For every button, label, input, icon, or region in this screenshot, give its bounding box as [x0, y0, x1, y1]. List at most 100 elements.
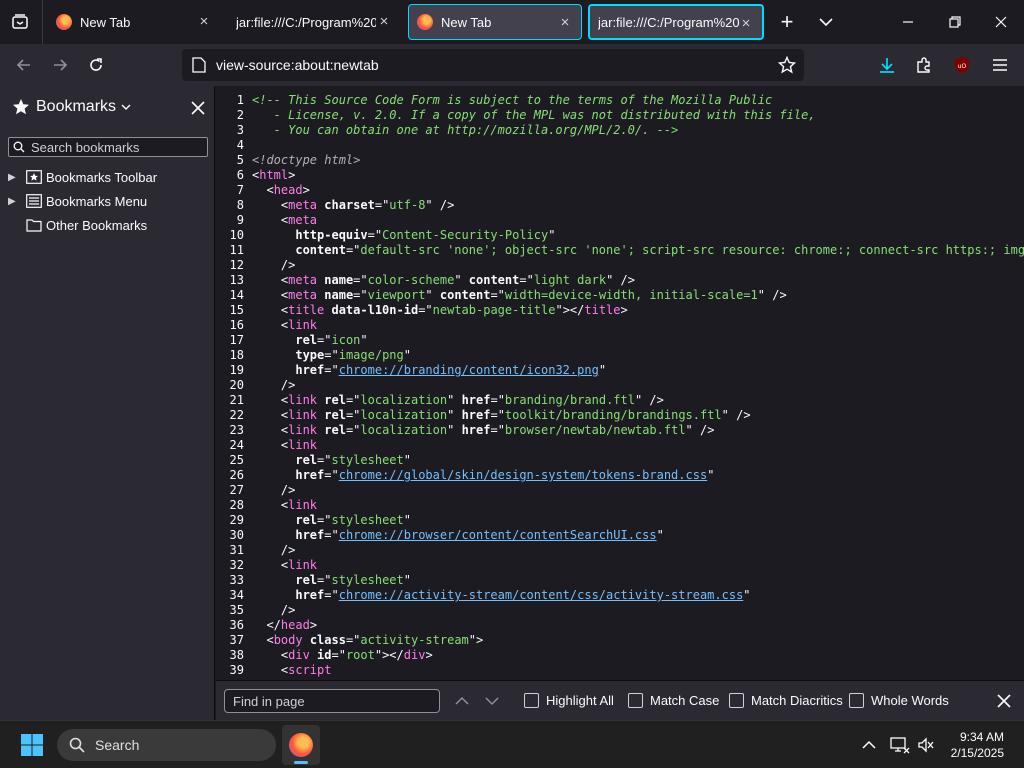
tab-1[interactable]: jar:file:///C:/Program%20Files ×: [228, 4, 400, 40]
close-tab-icon[interactable]: ×: [196, 14, 212, 30]
bookmarks-search-input[interactable]: [31, 139, 201, 155]
line-number: 11: [229, 243, 244, 257]
search-icon: [13, 141, 25, 153]
new-tab-button[interactable]: +: [775, 9, 799, 34]
close-findbar-button[interactable]: [992, 689, 1016, 713]
line-code: content="default-src 'none'; object-src …: [295, 243, 1024, 257]
checkbox-box[interactable]: [524, 693, 539, 708]
windows-logo-icon: [21, 734, 43, 756]
find-input[interactable]: [233, 693, 433, 709]
whole-words-checkbox[interactable]: Whole Words: [849, 693, 949, 708]
extensions-button[interactable]: [912, 53, 936, 77]
url-text: view-source:about:newtab: [216, 57, 379, 73]
line-number: 7: [236, 183, 244, 197]
taskbar-firefox-button[interactable]: [282, 725, 320, 765]
sidebar-switcher[interactable]: Bookmarks: [12, 98, 131, 116]
expand-arrow-icon[interactable]: ▶: [8, 196, 20, 207]
line-code: <meta charset="utf-8" />: [252, 198, 455, 212]
source-line: 16 <link: [216, 318, 317, 333]
network-icon: [890, 737, 910, 754]
match-diacritics-checkbox[interactable]: Match Diacritics: [729, 693, 843, 708]
back-button[interactable]: [12, 53, 36, 77]
close-window-button[interactable]: [989, 10, 1013, 34]
source-line: 8 <meta charset="utf-8" />: [216, 198, 455, 213]
checkbox-box[interactable]: [729, 693, 744, 708]
line-code: - You can obtain one at http://mozilla.o…: [252, 123, 679, 137]
close-tab-icon[interactable]: ×: [376, 14, 392, 30]
firefox-view-button[interactable]: [8, 10, 32, 34]
volume-button[interactable]: [914, 733, 938, 757]
source-line: 19 href="chrome://branding/content/icon3…: [216, 363, 607, 378]
source-line: 14 <meta name="viewport" content="width=…: [216, 288, 787, 303]
start-button[interactable]: [20, 733, 44, 757]
close-sidebar-button[interactable]: [186, 96, 210, 120]
reload-button[interactable]: [84, 53, 108, 77]
url-bar[interactable]: view-source:about:newtab: [182, 49, 804, 81]
line-number: 16: [229, 318, 244, 332]
close-icon: [997, 694, 1011, 708]
checkbox-box[interactable]: [849, 693, 864, 708]
bookmark-folder-menu[interactable]: ▶ Bookmarks Menu: [8, 190, 147, 212]
line-number: 25: [229, 453, 244, 467]
forward-button[interactable]: [48, 53, 72, 77]
ublock-button[interactable]: uO: [950, 53, 974, 77]
download-icon: [880, 58, 894, 73]
source-line: 22 <link rel="localization" href="toolki…: [216, 408, 751, 423]
source-line: 25 rel="stylesheet": [216, 453, 411, 468]
line-code: - License, v. 2.0. If a copy of the MPL …: [252, 108, 816, 122]
list-all-tabs-button[interactable]: [814, 10, 838, 34]
line-code: />: [252, 483, 296, 497]
line-code: <meta: [252, 213, 318, 227]
tab-0[interactable]: New Tab ×: [48, 4, 220, 40]
line-number: 33: [229, 573, 244, 587]
ublock-shield-icon: uO: [955, 57, 969, 73]
line-code: <link rel="localization" href="browser/n…: [252, 423, 715, 437]
tab-3[interactable]: jar:file:///C:/Program%20Files ×: [588, 4, 764, 40]
bookmarks-search-box[interactable]: [8, 137, 208, 157]
taskbar-search[interactable]: Search: [57, 729, 276, 761]
source-link[interactable]: chrome://browser/content/contentSearchUI…: [339, 528, 657, 542]
bookmark-star-icon[interactable]: [778, 56, 796, 74]
line-code: <script: [252, 663, 332, 677]
line-number: 14: [229, 288, 244, 302]
line-code: />: [252, 543, 296, 557]
line-code: />: [252, 378, 296, 392]
source-link[interactable]: chrome://activity-stream/content/css/act…: [339, 588, 744, 602]
network-button[interactable]: [888, 733, 912, 757]
app-menu-button[interactable]: [988, 53, 1012, 77]
checkbox-box[interactable]: [628, 693, 643, 708]
line-code: <link: [252, 438, 318, 452]
minimize-button[interactable]: [896, 10, 920, 34]
bookmark-folder-other[interactable]: Other Bookmarks: [8, 214, 147, 236]
taskbar-clock[interactable]: 9:34 AM 2/15/2025: [951, 729, 1004, 761]
line-number: 28: [229, 498, 244, 512]
show-hidden-icons-button[interactable]: [857, 733, 881, 757]
highlight-all-checkbox[interactable]: Highlight All: [524, 693, 614, 708]
find-field[interactable]: [224, 689, 440, 713]
line-code: <link: [252, 318, 318, 332]
match-case-checkbox[interactable]: Match Case: [628, 693, 719, 708]
maximize-button[interactable]: [943, 10, 967, 34]
restore-icon: [949, 16, 961, 28]
downloads-button[interactable]: [875, 53, 899, 77]
line-number: 36: [229, 618, 244, 632]
find-previous-button[interactable]: [450, 689, 474, 713]
close-icon: [191, 101, 205, 115]
folder-icon: [26, 217, 42, 233]
tab-label: jar:file:///C:/Program%20Files: [598, 14, 740, 30]
source-link[interactable]: chrome://global/skin/design-system/token…: [339, 468, 707, 482]
tab-2[interactable]: New Tab ×: [408, 4, 582, 40]
active-app-indicator: [294, 761, 308, 764]
tab-strip: New Tab × jar:file:///C:/Program%20Files…: [0, 0, 1024, 44]
source-link[interactable]: chrome://branding/content/icon32.png: [339, 363, 599, 377]
line-number: 39: [229, 663, 244, 677]
bookmark-folder-toolbar[interactable]: ▶ Bookmarks Toolbar: [8, 166, 157, 188]
close-tab-icon[interactable]: ×: [738, 16, 754, 32]
close-tab-icon[interactable]: ×: [557, 15, 573, 31]
page-icon: [192, 57, 206, 73]
find-next-button[interactable]: [480, 689, 504, 713]
checkbox-label: Highlight All: [546, 693, 614, 708]
expand-arrow-icon[interactable]: ▶: [8, 172, 20, 183]
source-line: 33 rel="stylesheet": [216, 573, 411, 588]
line-number: 27: [229, 483, 244, 497]
